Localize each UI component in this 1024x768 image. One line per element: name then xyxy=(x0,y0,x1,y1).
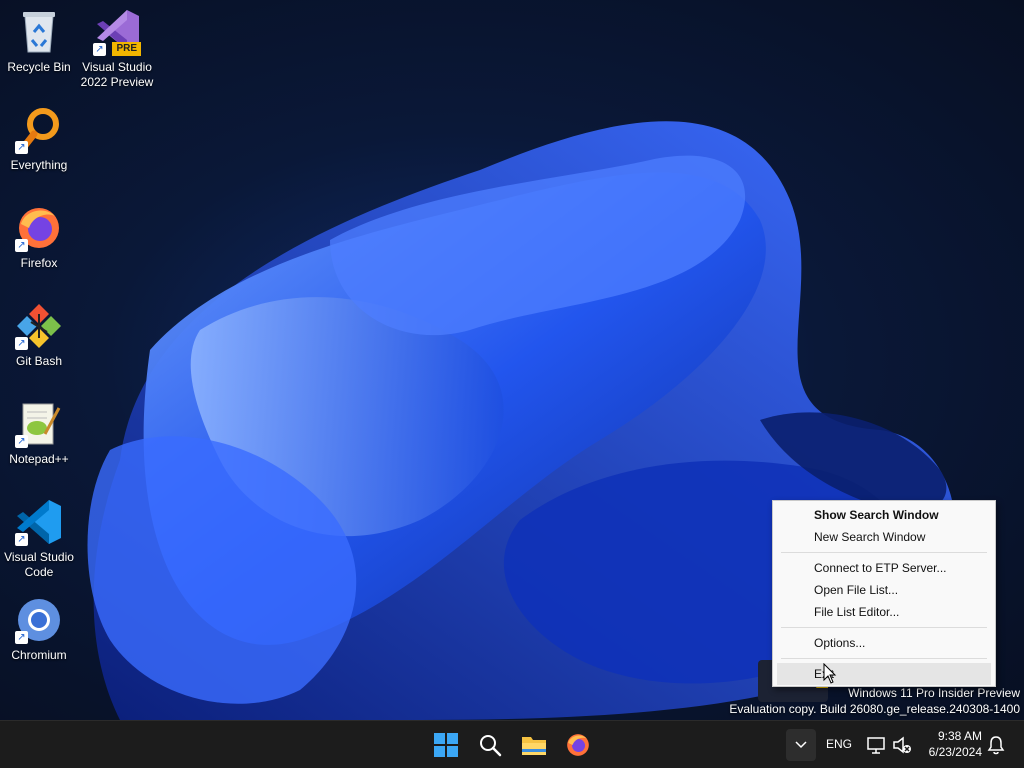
menu-separator xyxy=(781,627,987,628)
desktop-icon-label: Everything xyxy=(10,158,68,172)
desktop-icon-vscode[interactable]: ↗ Visual Studio Code xyxy=(0,498,78,580)
shortcut-arrow-icon: ↗ xyxy=(15,533,28,546)
firefox-icon xyxy=(567,734,589,756)
desktop-icon-label: Visual Studio Code xyxy=(4,550,74,579)
taskbar-search-button[interactable] xyxy=(472,727,508,763)
file-explorer-icon xyxy=(522,737,546,755)
desktop-icon-label: Git Bash xyxy=(15,354,63,368)
mouse-cursor-icon xyxy=(823,663,837,684)
taskbar: ENG 9:38 AM 6/23/2024 xyxy=(0,720,1024,768)
desktop-icon-label: Chromium xyxy=(11,648,67,662)
menu-item-file-list-editor[interactable]: File List Editor... xyxy=(777,601,991,623)
shortcut-arrow-icon: ↗ xyxy=(15,631,28,644)
preview-badge: PRE xyxy=(112,42,141,56)
vscode-icon: ↗ xyxy=(15,498,63,546)
menu-separator xyxy=(781,552,987,553)
menu-item-connect-etp-server[interactable]: Connect to ETP Server... xyxy=(777,557,991,579)
desktop-icon-git-bash[interactable]: ↗ Git Bash xyxy=(0,302,78,369)
desktop-icon-label: Firefox xyxy=(20,256,58,270)
volume-muted-icon[interactable] xyxy=(892,735,912,755)
shortcut-arrow-icon: ↗ xyxy=(15,141,28,154)
desktop-icon-label: Recycle Bin xyxy=(7,60,71,74)
desktop-icon-chromium[interactable]: ↗ Chromium xyxy=(0,596,78,663)
search-icon xyxy=(480,735,502,757)
clock-date: 6/23/2024 xyxy=(928,745,982,759)
everything-search-icon: ↗ xyxy=(15,106,63,154)
visual-studio-icon: PRE ↗ xyxy=(93,8,141,56)
clock-time: 9:38 AM xyxy=(937,729,982,743)
show-hidden-icons-button[interactable] xyxy=(786,729,816,761)
network-icon[interactable] xyxy=(866,735,886,755)
desktop-icon-label: Notepad++ xyxy=(9,452,69,466)
shortcut-arrow-icon: ↗ xyxy=(15,435,28,448)
start-icon xyxy=(434,733,458,757)
menu-item-new-search-window[interactable]: New Search Window xyxy=(777,526,991,548)
clock[interactable]: 9:38 AM 6/23/2024 xyxy=(920,728,982,760)
chromium-icon: ↗ xyxy=(15,596,63,644)
desktop-icon-label: Visual Studio 2022 Preview xyxy=(80,60,154,89)
recycle-bin-icon xyxy=(15,8,63,56)
everything-tray-context-menu: Show Search Window New Search Window Con… xyxy=(772,500,996,687)
windows-watermark: Windows 11 Pro Insider Preview Evaluatio… xyxy=(729,685,1020,717)
desktop-icon-firefox[interactable]: ↗ Firefox xyxy=(0,204,78,271)
shortcut-arrow-icon: ↗ xyxy=(93,43,106,56)
language-indicator[interactable]: ENG xyxy=(826,737,852,751)
desktop-icon-recycle-bin[interactable]: Recycle Bin xyxy=(0,8,78,75)
menu-item-show-search-window[interactable]: Show Search Window xyxy=(777,504,991,526)
shortcut-arrow-icon: ↗ xyxy=(15,239,28,252)
desktop-icon-visual-studio-2022-preview[interactable]: PRE ↗ Visual Studio 2022 Preview xyxy=(78,8,156,90)
watermark-build: Evaluation copy. Build 26080.ge_release.… xyxy=(729,702,1020,716)
menu-item-open-file-list[interactable]: Open File List... xyxy=(777,579,991,601)
git-bash-icon: ↗ xyxy=(15,302,63,350)
menu-item-options[interactable]: Options... xyxy=(777,632,991,654)
desktop-icon-everything[interactable]: ↗ Everything xyxy=(0,106,78,173)
notepadpp-icon: ↗ xyxy=(15,400,63,448)
menu-separator xyxy=(781,658,987,659)
desktop-icon-notepadpp[interactable]: ↗ Notepad++ xyxy=(0,400,78,467)
watermark-edition: Windows 11 Pro Insider Preview xyxy=(848,686,1020,700)
firefox-icon: ↗ xyxy=(15,204,63,252)
shortcut-arrow-icon: ↗ xyxy=(15,337,28,350)
menu-item-exit[interactable]: Exit xyxy=(777,663,991,685)
file-explorer-button[interactable] xyxy=(516,727,552,763)
start-button[interactable] xyxy=(428,727,464,763)
firefox-taskbar-button[interactable] xyxy=(560,727,596,763)
notification-bell-icon[interactable] xyxy=(986,735,1006,755)
chevron-up-icon xyxy=(795,741,807,749)
